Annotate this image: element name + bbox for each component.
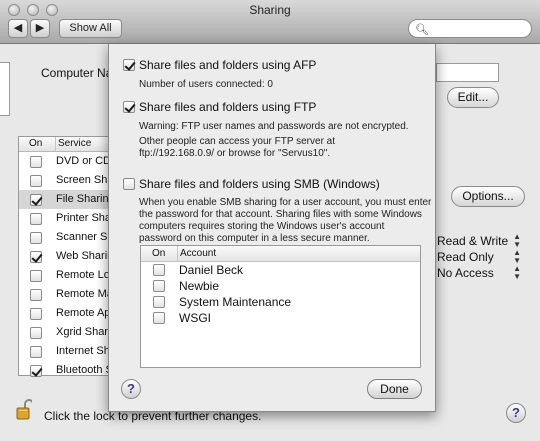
chevron-right-icon: ▶ (35, 22, 45, 34)
service-checkbox[interactable] (30, 327, 42, 339)
account-row[interactable]: System Maintenance (141, 294, 420, 310)
ftp-checkbox[interactable] (123, 101, 135, 113)
service-checkbox[interactable] (30, 213, 42, 225)
service-label: File Sharing (56, 193, 115, 205)
service-list: On Service DVD or CD Screen Sha File Sha… (18, 136, 116, 377)
permission-label: Read & Write (437, 234, 509, 248)
edit-button[interactable]: Edit... (447, 87, 499, 108)
service-label: Bluetooth S (56, 364, 113, 376)
search-icon: 🔍︎ (415, 24, 429, 36)
service-checkbox[interactable] (30, 194, 42, 206)
lock-open-icon[interactable] (16, 399, 32, 421)
service-checkbox[interactable] (30, 289, 42, 301)
on-column-header: On (152, 248, 166, 259)
afp-users-connected: Number of users connected: 0 (139, 79, 273, 90)
service-label: Printer Sha (56, 212, 112, 224)
forward-button[interactable]: ▶ (30, 19, 50, 38)
sharing-window: Sharing ◀ ▶ Show All 🔍︎ Computer Na Edit… (0, 0, 540, 441)
account-row[interactable]: WSGI (141, 310, 420, 326)
service-label: Remote Ma (56, 288, 113, 300)
on-column-header: On (29, 138, 43, 149)
service-checkbox[interactable] (30, 175, 42, 187)
service-checkbox[interactable] (30, 251, 42, 263)
service-checkbox[interactable] (30, 232, 42, 244)
done-button[interactable]: Done (367, 379, 422, 399)
service-label: Internet Sh (56, 345, 110, 357)
account-name: Newbie (179, 279, 220, 293)
service-label: Remote Ap (56, 307, 111, 319)
smb-label: Share files and folders using SMB (Windo… (139, 177, 380, 191)
account-row[interactable]: Daniel Beck (141, 262, 420, 278)
ftp-warning: Warning: FTP user names and passwords ar… (139, 121, 409, 132)
account-name: Daniel Beck (179, 263, 244, 277)
service-row[interactable]: File Sharing (19, 190, 115, 209)
smb-desc-line: password on this computer in a less secu… (139, 233, 370, 244)
service-checkbox[interactable] (30, 270, 42, 282)
options-button[interactable]: Options... (451, 186, 525, 207)
ftp-info-line-2: ftp://192.168.0.9/ or browse for "Servus… (139, 148, 331, 159)
left-edge-panel (0, 62, 10, 116)
service-row[interactable]: Remote Ap (19, 304, 113, 323)
account-name: System Maintenance (179, 295, 292, 309)
help-icon[interactable]: ? (121, 379, 141, 399)
chevron-left-icon: ◀ (13, 22, 23, 34)
account-checkbox[interactable] (153, 296, 165, 308)
accounts-header: On Account (141, 246, 420, 262)
permission-popup[interactable]: No Access ▲ ▼ (437, 265, 527, 281)
updown-arrows-icon: ▲ ▼ (513, 232, 521, 249)
service-row[interactable]: DVD or CD (19, 152, 113, 171)
service-column-header: Service (55, 137, 91, 151)
service-list-header: On Service (19, 137, 113, 152)
service-row[interactable]: Bluetooth S (19, 361, 113, 380)
help-icon[interactable]: ? (506, 403, 526, 423)
search-input[interactable]: 🔍︎ (408, 19, 532, 38)
service-checkbox[interactable] (30, 365, 42, 377)
file-sharing-options-sheet: Share files and folders using AFP Number… (108, 44, 436, 412)
permission-popup[interactable]: Read & Write ▲ ▼ (437, 233, 527, 249)
window-title: Sharing (249, 3, 291, 17)
account-column-header: Account (177, 246, 216, 261)
service-label: Screen Sha (56, 174, 114, 186)
back-button[interactable]: ◀ (8, 19, 28, 38)
account-row[interactable]: Newbie (141, 278, 420, 294)
updown-arrows-icon: ▲ ▼ (513, 264, 521, 281)
account-name: WSGI (179, 311, 211, 325)
permission-label: No Access (437, 266, 494, 280)
service-row[interactable]: Printer Sha (19, 209, 113, 228)
account-checkbox[interactable] (153, 264, 165, 276)
service-label: Scanner Sh (56, 231, 114, 243)
smb-checkbox[interactable] (123, 178, 135, 190)
service-label: Web Sharin (56, 250, 114, 262)
service-checkbox[interactable] (30, 346, 42, 358)
service-checkbox[interactable] (30, 308, 42, 320)
service-label: Xgrid Shari (56, 326, 111, 338)
service-label: Remote Log (56, 269, 116, 281)
ftp-label: Share files and folders using FTP (139, 100, 317, 114)
service-row[interactable]: Web Sharin (19, 247, 113, 266)
service-checkbox[interactable] (30, 156, 42, 168)
account-checkbox[interactable] (153, 312, 165, 324)
show-all-button[interactable]: Show All (59, 19, 122, 38)
service-row[interactable]: Internet Sh (19, 342, 113, 361)
service-row[interactable]: Scanner Sh (19, 228, 113, 247)
permission-label: Read Only (437, 250, 494, 264)
service-row[interactable]: Screen Sha (19, 171, 113, 190)
account-checkbox[interactable] (153, 280, 165, 292)
computer-name-field[interactable] (436, 63, 499, 82)
service-row[interactable]: Xgrid Shari (19, 323, 113, 342)
computer-name-label: Computer Na (41, 66, 113, 80)
service-label: DVD or CD (56, 155, 112, 167)
permission-popup[interactable]: Read Only ▲ ▼ (437, 249, 527, 265)
service-row[interactable]: Remote Ma (19, 285, 113, 304)
title-bar: Sharing ◀ ▶ Show All 🔍︎ (0, 0, 540, 44)
smb-accounts-table: On Account Daniel Beck Newbie System Mai… (140, 245, 421, 368)
service-row[interactable]: Remote Log (19, 266, 116, 285)
afp-label: Share files and folders using AFP (139, 58, 317, 72)
updown-arrows-icon: ▲ ▼ (513, 248, 521, 265)
permissions-list: Read & Write ▲ ▼ Read Only ▲ ▼ No Access ▲ ▼ (437, 233, 527, 281)
afp-checkbox[interactable] (123, 59, 135, 71)
